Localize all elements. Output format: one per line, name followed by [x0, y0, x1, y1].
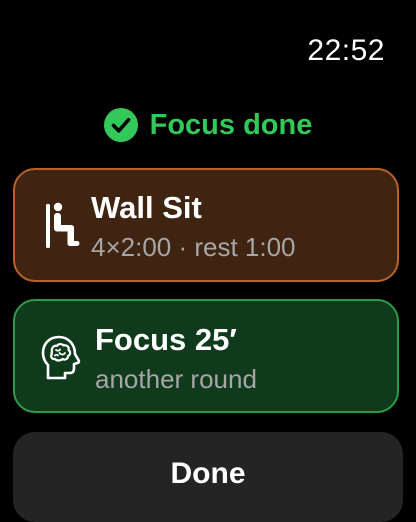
completion-status: Focus done: [0, 108, 416, 142]
wall-sit-card[interactable]: Wall Sit 4×2:00 · rest 1:00: [13, 168, 399, 282]
wall-sit-person-icon: [46, 202, 80, 248]
done-button[interactable]: Done: [13, 432, 403, 522]
focus-card[interactable]: Focus 25′ another round: [13, 299, 399, 413]
checkmark-circle-icon: [103, 108, 138, 142]
wall-sit-title: Wall Sit: [91, 190, 202, 225]
brain-head-icon: [41, 335, 81, 380]
status-text: Focus done: [149, 108, 313, 141]
clock-time: 22:52: [307, 34, 385, 67]
focus-title: Focus 25′: [95, 322, 237, 357]
done-button-label: Done: [170, 457, 246, 490]
wall-sit-subtitle: 4×2:00 · rest 1:00: [91, 232, 296, 262]
focus-subtitle: another round: [95, 364, 257, 394]
